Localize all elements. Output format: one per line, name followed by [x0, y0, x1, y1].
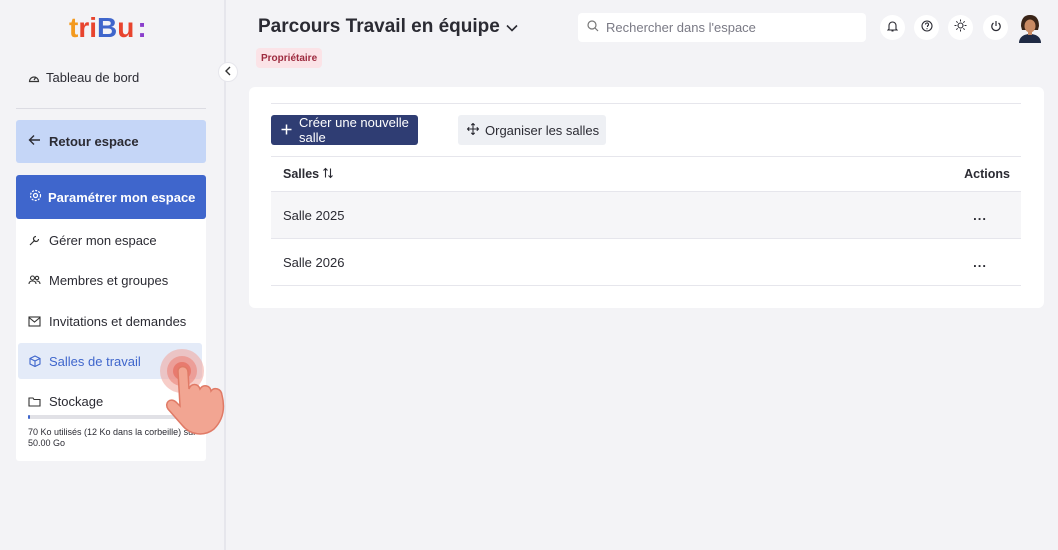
search-icon: [587, 19, 599, 37]
organize-rooms-button[interactable]: Organiser les salles: [458, 115, 606, 145]
sidebar-divider: [16, 108, 206, 109]
sun-icon: [954, 19, 967, 37]
search-input[interactable]: [606, 20, 856, 35]
column-header-rooms: Salles: [283, 167, 320, 181]
logout-button[interactable]: [983, 15, 1008, 40]
question-icon: [920, 19, 933, 37]
dashboard-label: Tableau de bord: [46, 70, 140, 85]
cube-icon: [28, 355, 41, 368]
user-avatar[interactable]: [1017, 13, 1043, 43]
sidebar-item-label: Gérer mon espace: [49, 232, 157, 248]
sidebar-item-label: Stockage: [49, 393, 104, 409]
sidebar: triBu: Tableau de bord Retour espace Par…: [0, 0, 226, 550]
sort-by-name-header[interactable]: Salles: [283, 167, 334, 182]
chevron-down-icon: [506, 16, 518, 38]
wrench-icon: [28, 234, 41, 247]
card-divider: [271, 103, 1021, 104]
sidebar-item-label: Membres et groupes: [49, 272, 169, 288]
back-label: Retour espace: [49, 134, 139, 149]
storage-progress-fill: [28, 415, 30, 419]
back-to-space-button[interactable]: Retour espace: [16, 120, 206, 163]
notifications-button[interactable]: [880, 15, 905, 40]
configure-label: Paramétrer mon espace: [48, 189, 196, 205]
folder-icon: [28, 395, 41, 408]
room-name: Salle 2026: [283, 254, 345, 270]
organize-rooms-label: Organiser les salles: [485, 122, 600, 138]
users-icon: [28, 274, 41, 287]
configure-space-button[interactable]: Paramétrer mon espace: [16, 175, 206, 219]
chevron-left-icon: [224, 66, 232, 79]
row-actions-button[interactable]: ...: [973, 255, 987, 270]
room-name: Salle 2025: [283, 207, 345, 223]
theme-toggle-button[interactable]: [948, 15, 973, 40]
role-badge: Propriétaire: [256, 48, 323, 68]
gauge-icon: [27, 71, 40, 84]
rooms-table: Salles Actions Salle 2025 ... Salle 2026…: [271, 156, 1021, 286]
gear-icon: [29, 189, 42, 205]
space-title-dropdown[interactable]: Parcours Travail en équipe: [258, 16, 518, 38]
table-row[interactable]: Salle 2026 ...: [271, 239, 1021, 286]
svg-text:triBu:: triBu:: [69, 13, 147, 43]
bell-icon: [886, 19, 899, 37]
sidebar-item-manage-space[interactable]: Gérer mon espace: [18, 222, 202, 258]
arrow-left-icon: [28, 134, 41, 149]
create-room-button[interactable]: Créer une nouvelle salle: [271, 115, 418, 145]
help-button[interactable]: [914, 15, 939, 40]
collapse-sidebar-button[interactable]: [218, 62, 238, 82]
mail-icon: [28, 315, 41, 328]
row-actions-button[interactable]: ...: [973, 208, 987, 223]
create-room-label: Créer une nouvelle salle: [299, 115, 409, 145]
sort-icon: [322, 167, 334, 182]
table-header: Salles Actions: [271, 156, 1021, 192]
sidebar-item-label: Salles de travail: [49, 353, 141, 369]
column-header-actions: Actions: [964, 167, 1010, 181]
table-row[interactable]: Salle 2025 ...: [271, 192, 1021, 239]
page-title: Parcours Travail en équipe: [258, 16, 500, 37]
tribu-logo[interactable]: triBu:: [69, 13, 159, 43]
power-icon: [990, 19, 1002, 37]
sidebar-item-members[interactable]: Membres et groupes: [18, 262, 202, 298]
pointer-hand-icon: [160, 349, 225, 435]
sidebar-item-invitations[interactable]: Invitations et demandes: [18, 303, 202, 339]
move-icon: [466, 122, 480, 138]
dashboard-link[interactable]: Tableau de bord: [27, 70, 139, 85]
search-box[interactable]: [578, 13, 866, 42]
plus-icon: [281, 123, 292, 138]
workrooms-card: Créer une nouvelle salle Organiser les s…: [249, 87, 1044, 308]
sidebar-item-label: Invitations et demandes: [49, 313, 187, 329]
